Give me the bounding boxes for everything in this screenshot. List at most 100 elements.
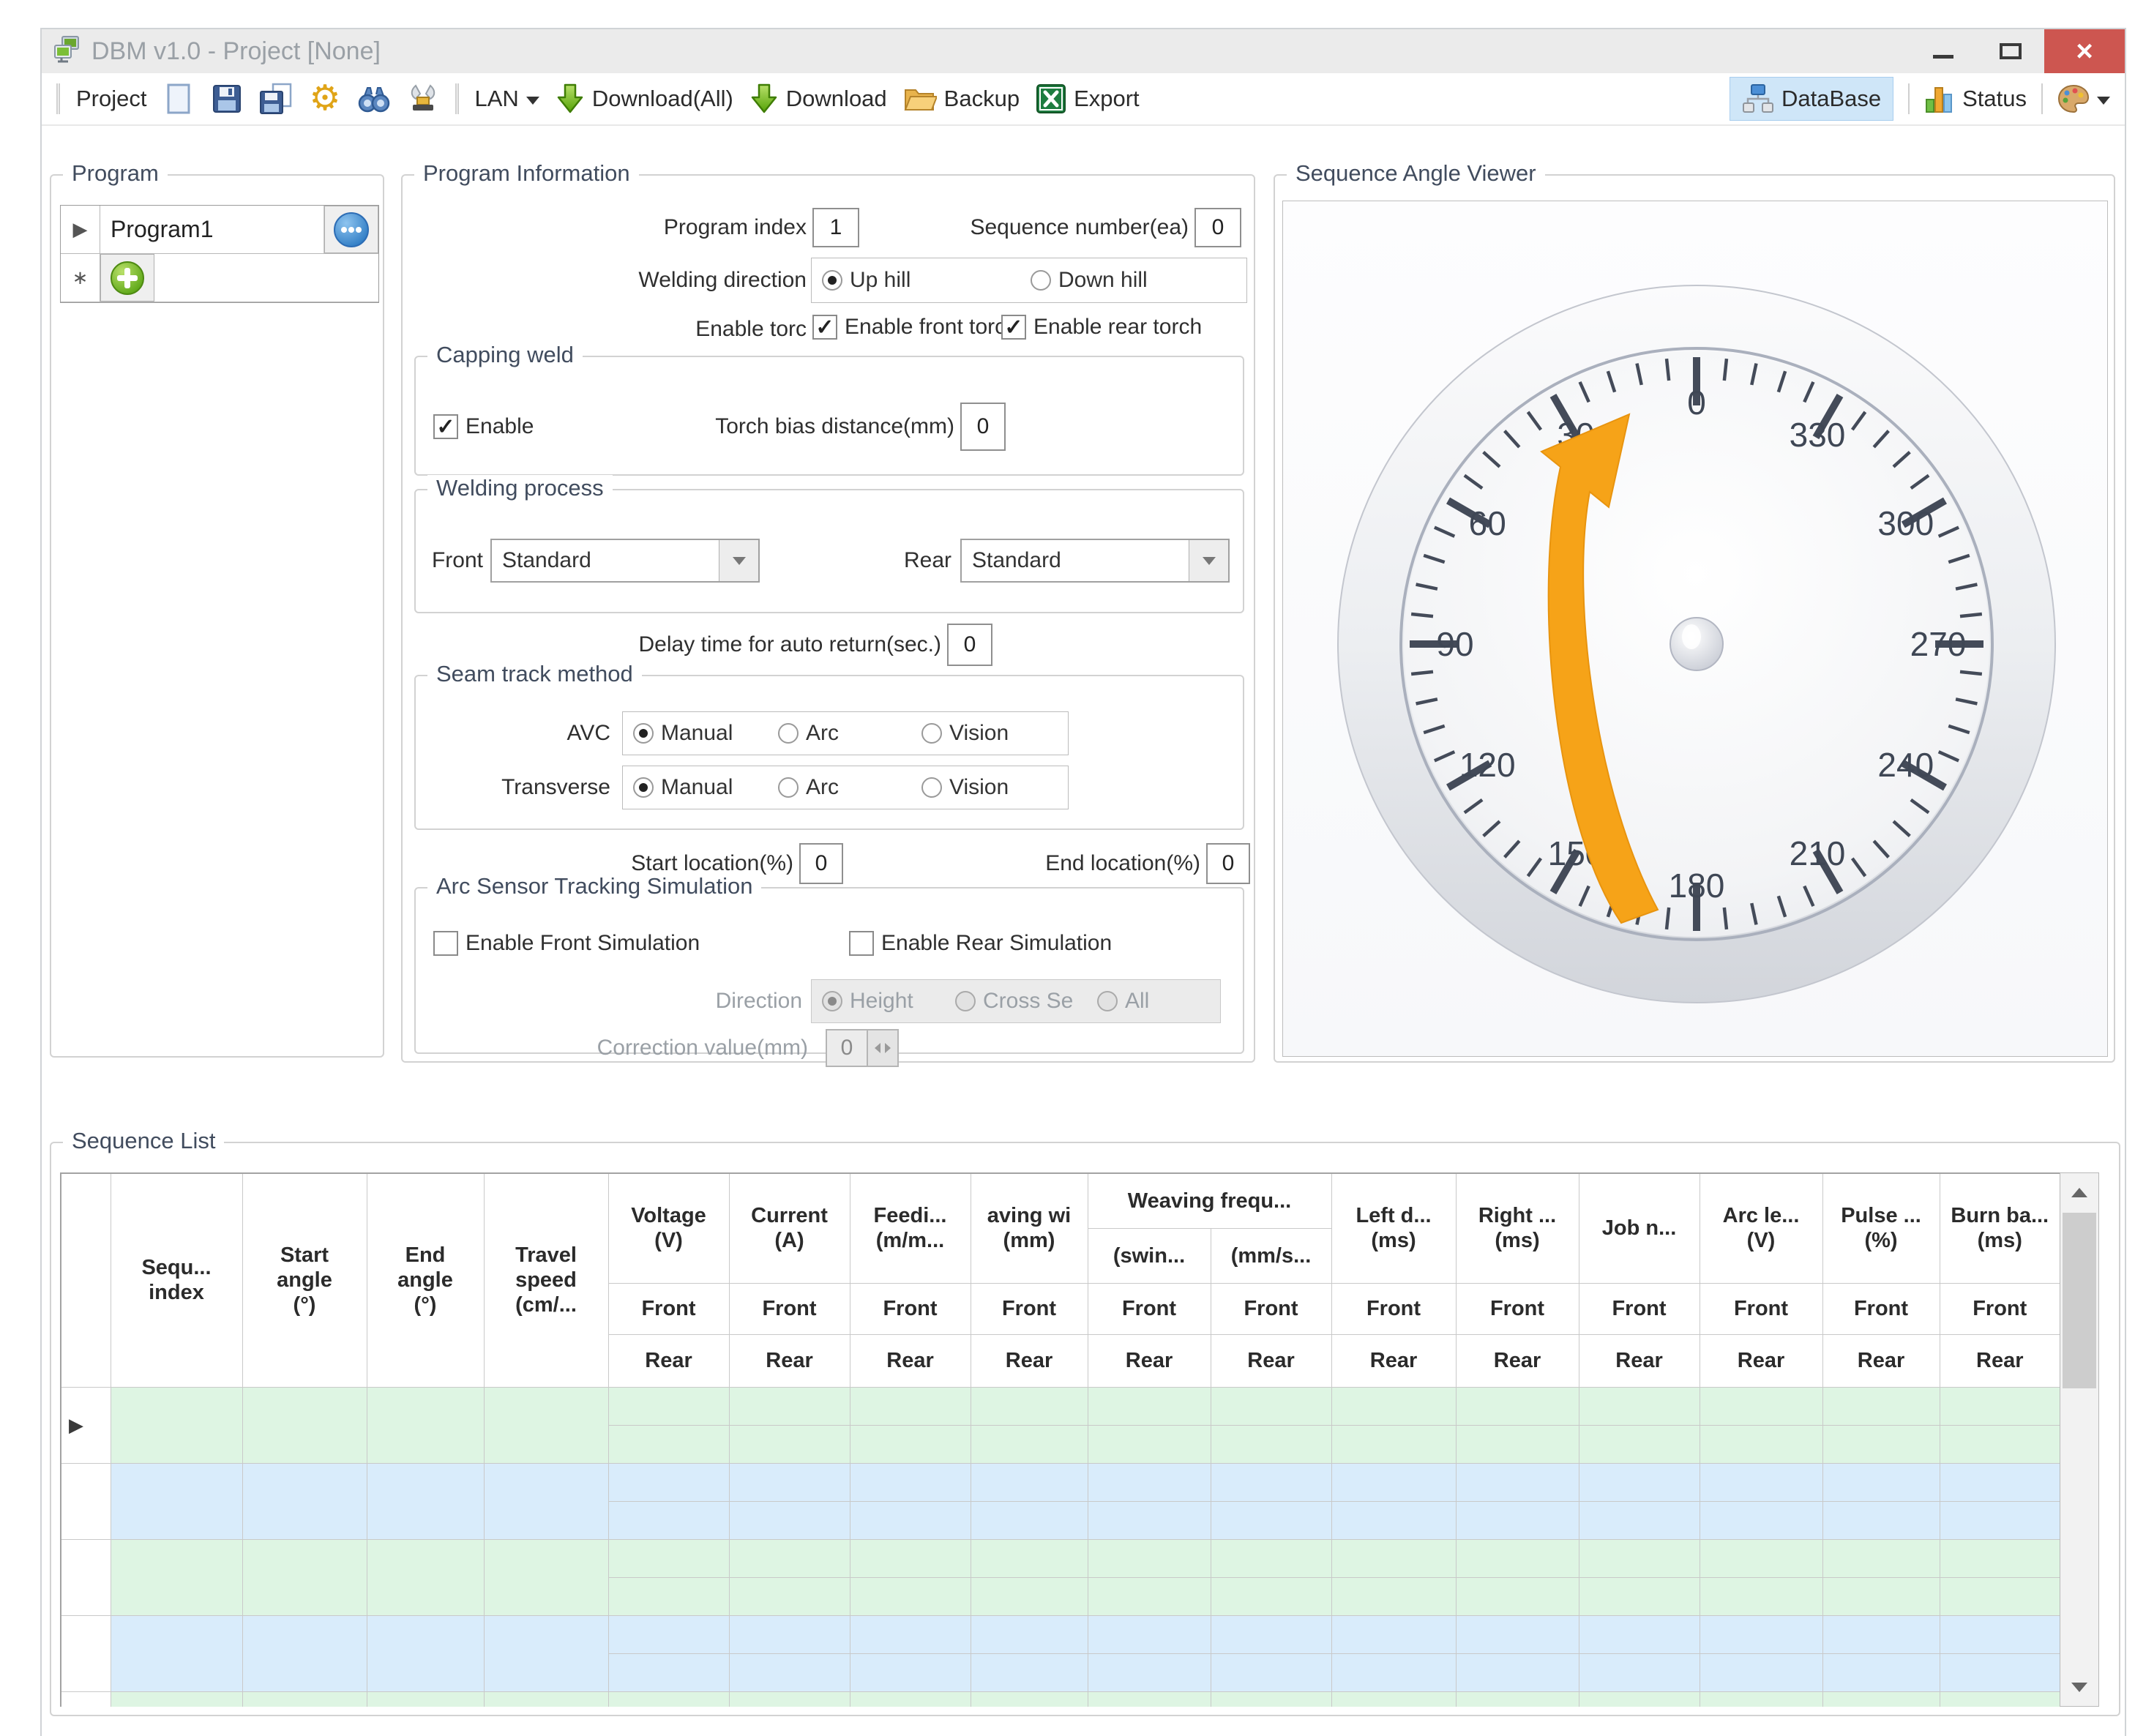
sequence-cell[interactable]	[1700, 1425, 1822, 1463]
sequence-cell[interactable]	[729, 1539, 850, 1577]
sequence-cell[interactable]	[1331, 1425, 1456, 1463]
col-subheader-rear[interactable]: Rear	[1579, 1334, 1700, 1387]
sequence-cell[interactable]	[1579, 1577, 1700, 1615]
sequence-cell[interactable]	[608, 1577, 729, 1615]
sequence-cell[interactable]	[1456, 1501, 1579, 1539]
sequence-cell[interactable]	[1211, 1691, 1331, 1707]
col-subheader-front[interactable]: Front	[1822, 1283, 1940, 1334]
col-subheader-front[interactable]: Front	[1456, 1283, 1579, 1334]
scroll-up-button[interactable]	[2060, 1173, 2098, 1211]
sequence-cell[interactable]	[1456, 1539, 1579, 1577]
sequence-cell[interactable]	[1940, 1387, 2060, 1425]
sequence-cell[interactable]	[729, 1387, 850, 1425]
sequence-cell[interactable]	[729, 1577, 850, 1615]
sequence-cell[interactable]	[1331, 1501, 1456, 1539]
sequence-cell[interactable]	[1700, 1463, 1822, 1501]
sequence-number-input[interactable]: 0	[1194, 208, 1241, 247]
col-subheader-front[interactable]: Front	[608, 1283, 729, 1334]
maximize-button[interactable]	[1977, 29, 2044, 73]
sequence-cell[interactable]	[1331, 1387, 1456, 1425]
rear-process-select[interactable]: Standard	[960, 539, 1230, 583]
col-header-weaving-mms[interactable]: (mm/s...	[1211, 1228, 1331, 1283]
sequence-row[interactable]	[61, 1691, 2060, 1707]
sequence-cell[interactable]	[1088, 1501, 1211, 1539]
col-subheader-rear[interactable]: Rear	[1211, 1334, 1331, 1387]
col-subheader-front[interactable]: Front	[1579, 1283, 1700, 1334]
find-button[interactable]	[357, 83, 391, 115]
enable-front-simulation-checkbox[interactable]: Enable Front Simulation	[433, 931, 700, 956]
status-tab-button[interactable]: Status	[1924, 83, 2027, 114]
col-subheader-rear[interactable]: Rear	[1331, 1334, 1456, 1387]
sequence-cell[interactable]	[1331, 1463, 1456, 1501]
enable-rear-simulation-checkbox[interactable]: Enable Rear Simulation	[849, 931, 1112, 956]
delay-time-input[interactable]: 0	[947, 624, 992, 666]
enable-front-torch-checkbox[interactable]: ✓Enable front torch	[812, 315, 1018, 340]
sequence-cell[interactable]	[484, 1615, 608, 1691]
sequence-cell[interactable]	[1088, 1691, 1211, 1707]
col-subheader-front[interactable]: Front	[1700, 1283, 1822, 1334]
correction-value-input[interactable]: 0	[826, 1029, 868, 1067]
capping-enable-checkbox[interactable]: ✓Enable	[433, 414, 534, 439]
avc-vision-radio[interactable]: Vision	[921, 721, 1009, 746]
col-subheader-front[interactable]: Front	[729, 1283, 850, 1334]
sequence-cell[interactable]	[1822, 1615, 1940, 1653]
minimize-button[interactable]	[1910, 29, 1977, 73]
sequence-cell[interactable]	[971, 1425, 1088, 1463]
project-menu[interactable]: Project	[76, 86, 146, 112]
sequence-cell[interactable]	[367, 1615, 484, 1691]
col-subheader-rear[interactable]: Rear	[1700, 1334, 1822, 1387]
sequence-cell[interactable]	[1331, 1691, 1456, 1707]
sequence-cell[interactable]	[484, 1463, 608, 1539]
sequence-cell[interactable]	[367, 1463, 484, 1539]
sequence-row[interactable]	[61, 1463, 2060, 1501]
sequence-cell[interactable]	[608, 1615, 729, 1653]
torch-bias-input[interactable]: 0	[960, 403, 1006, 451]
sequence-cell[interactable]	[1579, 1501, 1700, 1539]
settings-button[interactable]: ⚙	[309, 81, 340, 116]
sequence-row[interactable]	[61, 1615, 2060, 1653]
export-button[interactable]: Export	[1036, 83, 1140, 114]
direction-cross-radio[interactable]: Cross Se	[955, 989, 1073, 1014]
download-all-button[interactable]: Download(All)	[556, 83, 733, 115]
sequence-cell[interactable]	[1579, 1463, 1700, 1501]
sequence-cell[interactable]	[608, 1425, 729, 1463]
sequence-cell[interactable]	[608, 1539, 729, 1577]
front-process-select[interactable]: Standard	[490, 539, 760, 583]
sequence-cell[interactable]	[1700, 1539, 1822, 1577]
col-header-current[interactable]: Current (A)	[729, 1173, 850, 1283]
sequence-cell[interactable]	[1940, 1691, 2060, 1707]
sequence-cell[interactable]	[1700, 1387, 1822, 1425]
sequence-cell[interactable]	[850, 1577, 971, 1615]
sequence-cell[interactable]	[1088, 1387, 1211, 1425]
sequence-cell[interactable]	[1822, 1387, 1940, 1425]
sequence-cell[interactable]	[850, 1691, 971, 1707]
sequence-cell[interactable]	[1579, 1691, 1700, 1707]
col-subheader-front[interactable]: Front	[971, 1283, 1088, 1334]
row-selector[interactable]: ▶	[61, 206, 100, 253]
sequence-cell[interactable]	[1456, 1425, 1579, 1463]
sequence-cell[interactable]	[1456, 1615, 1579, 1653]
sequence-cell[interactable]	[729, 1463, 850, 1501]
sequence-cell[interactable]	[1940, 1577, 2060, 1615]
sequence-cell[interactable]	[729, 1425, 850, 1463]
sequence-cell[interactable]	[111, 1691, 242, 1707]
theme-dropdown[interactable]	[2057, 84, 2110, 113]
sequence-cell[interactable]	[1822, 1653, 1940, 1691]
sequence-cell[interactable]	[242, 1691, 367, 1707]
direction-all-radio[interactable]: All	[1097, 989, 1149, 1014]
save-all-button[interactable]	[259, 83, 293, 115]
sequence-cell[interactable]	[1211, 1463, 1331, 1501]
col-header-start-angle[interactable]: Start angle (°)	[242, 1173, 367, 1387]
sequence-cell[interactable]	[1088, 1463, 1211, 1501]
sequence-cell[interactable]	[367, 1691, 484, 1707]
table-vertical-scrollbar[interactable]	[2060, 1172, 2099, 1707]
sequence-cell[interactable]	[1211, 1501, 1331, 1539]
program-tree-row[interactable]: ▶ Program1	[61, 206, 378, 254]
up-hill-radio[interactable]: Up hill	[822, 268, 911, 293]
sequence-cell[interactable]	[1456, 1653, 1579, 1691]
program-options-button[interactable]	[324, 206, 378, 253]
sequence-cell[interactable]	[484, 1691, 608, 1707]
sequence-cell[interactable]	[608, 1463, 729, 1501]
sequence-row[interactable]: ▶	[61, 1387, 2060, 1425]
sequence-cell[interactable]	[1579, 1425, 1700, 1463]
